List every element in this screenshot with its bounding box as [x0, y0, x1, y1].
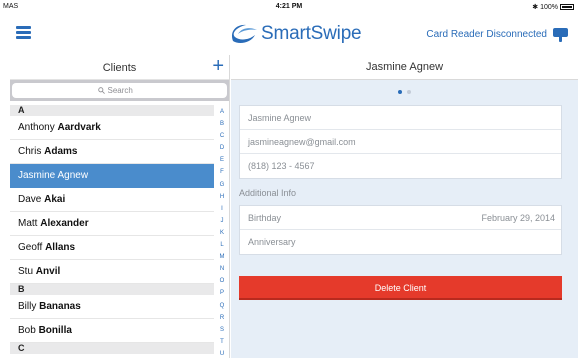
client-row[interactable]: Matt Alexander	[10, 212, 214, 236]
index-letter-r[interactable]: R	[220, 312, 224, 324]
index-letter-j[interactable]: J	[221, 215, 224, 227]
index-letter-a[interactable]: A	[220, 106, 224, 118]
search-icon	[97, 87, 105, 94]
birthday-label: Birthday	[248, 213, 282, 223]
name-value: Jasmine Agnew	[248, 113, 312, 123]
app-header: SmartSwipe Card Reader Disconnected	[0, 13, 578, 55]
client-last-name: Anvil	[35, 266, 61, 277]
index-letter-u[interactable]: U	[220, 348, 224, 358]
clients-title: Clients	[102, 62, 137, 74]
client-first-name: Billy	[18, 301, 37, 312]
page-indicator	[231, 90, 578, 94]
client-last-name: Akai	[44, 194, 66, 205]
card-reader-icon	[553, 28, 568, 42]
client-last-name: Allans	[45, 242, 76, 253]
section-header-a: A	[10, 105, 214, 116]
client-row-selected[interactable]: Jasmine Agnew	[10, 164, 214, 188]
anniversary-field[interactable]: Anniversary	[240, 230, 561, 254]
client-row[interactable]: Geoff Allans	[10, 236, 214, 260]
phone-value: (818) 123 - 4567	[248, 161, 315, 171]
client-first-name: Anthony	[18, 122, 55, 133]
index-letter-h[interactable]: H	[220, 191, 224, 203]
section-header-c: C	[10, 343, 214, 354]
client-first-name: Geoff	[18, 242, 43, 253]
index-letter-l[interactable]: L	[220, 239, 223, 251]
index-letter-p[interactable]: P	[220, 287, 224, 299]
client-first-name: Jasmine	[18, 170, 56, 181]
anniversary-label: Anniversary	[248, 237, 296, 247]
page-dot-1[interactable]	[398, 90, 402, 94]
battery-percent: 100%	[540, 3, 558, 11]
battery-icon	[560, 4, 574, 10]
clients-panel: Clients + A Anthony Aardvark Chris Adams…	[10, 55, 230, 358]
client-row[interactable]: Billy Bananas	[10, 295, 214, 319]
client-list: A Anthony Aardvark Chris Adams Jasmine A…	[10, 105, 214, 354]
index-letter-b[interactable]: B	[220, 118, 224, 130]
client-row[interactable]: Stu Anvil	[10, 260, 214, 284]
index-letter-t[interactable]: T	[220, 336, 224, 348]
name-field[interactable]: Jasmine Agnew	[240, 106, 561, 130]
index-letter-o[interactable]: O	[220, 275, 225, 287]
swoosh-logo-icon	[232, 24, 257, 43]
client-row[interactable]: Chris Adams	[10, 140, 214, 164]
contact-card: Jasmine Agnew jasmineagnew@gmail.com (81…	[239, 105, 562, 179]
phone-field[interactable]: (818) 123 - 4567	[240, 154, 561, 178]
birthday-field[interactable]: Birthday February 29, 2014	[240, 206, 561, 230]
client-row[interactable]: Anthony Aardvark	[10, 116, 214, 140]
index-letter-n[interactable]: N	[220, 263, 224, 275]
card-reader-status[interactable]: Card Reader Disconnected	[426, 26, 569, 43]
index-letter-g[interactable]: G	[220, 179, 225, 191]
bluetooth-icon: ✱	[532, 4, 539, 11]
search-input[interactable]	[107, 86, 142, 95]
client-first-name: Matt	[18, 218, 38, 229]
client-last-name: Bananas	[39, 301, 81, 312]
index-letter-e[interactable]: E	[220, 154, 224, 166]
index-letter-d[interactable]: D	[220, 142, 224, 154]
hamburger-menu-icon[interactable]	[16, 26, 31, 39]
battery-indicator: ✱ 100%	[532, 3, 574, 11]
email-field[interactable]: jasmineagnew@gmail.com	[240, 130, 561, 154]
index-letter-q[interactable]: Q	[220, 300, 225, 312]
index-letter-s[interactable]: S	[220, 324, 224, 336]
client-first-name: Dave	[18, 194, 42, 205]
client-last-name: Adams	[44, 146, 78, 157]
app-logo: SmartSwipe	[229, 21, 362, 47]
client-last-name: Agnew	[57, 170, 89, 181]
index-letter-c[interactable]: C	[220, 130, 224, 142]
client-row[interactable]: Dave Akai	[10, 188, 214, 212]
birthday-value: February 29, 2014	[481, 213, 555, 223]
page-dot-2[interactable]	[407, 90, 411, 94]
clock: 4:21 PM	[275, 3, 303, 10]
alphabet-index: ABCDEFGHIJKLMNOPQRSTU	[215, 106, 229, 358]
client-first-name: Bob	[18, 325, 36, 336]
client-detail-panel: Jasmine Agnew Jasmine Agnew jasmineagnew…	[231, 55, 578, 358]
additional-info-label: Additional Info	[239, 188, 297, 198]
logo-text: SmartSwipe	[261, 23, 362, 44]
index-letter-f[interactable]: F	[220, 166, 224, 178]
card-reader-status-text: Card Reader Disconnected	[426, 29, 547, 40]
add-client-button[interactable]: +	[212, 56, 224, 76]
status-bar: MAS 4:21 PM ✱ 100%	[0, 0, 578, 13]
client-last-name: Alexander	[40, 218, 89, 229]
search-bar	[10, 80, 229, 101]
client-last-name: Aardvark	[57, 122, 101, 133]
email-value: jasmineagnew@gmail.com	[248, 137, 356, 147]
client-first-name: Stu	[18, 266, 34, 277]
additional-info-card: Birthday February 29, 2014 Anniversary	[239, 205, 562, 255]
client-first-name: Chris	[18, 146, 42, 157]
client-last-name: Bonilla	[38, 325, 72, 336]
clients-header: Clients +	[10, 55, 229, 80]
detail-title: Jasmine Agnew	[231, 55, 578, 80]
client-row[interactable]: Bob Bonilla	[10, 319, 214, 343]
index-letter-m[interactable]: M	[220, 251, 225, 263]
delete-client-button[interactable]: Delete Client	[239, 276, 562, 300]
index-letter-k[interactable]: K	[220, 227, 224, 239]
section-header-b: B	[10, 284, 214, 295]
index-letter-i[interactable]: I	[221, 203, 223, 215]
search-box[interactable]	[12, 83, 227, 98]
